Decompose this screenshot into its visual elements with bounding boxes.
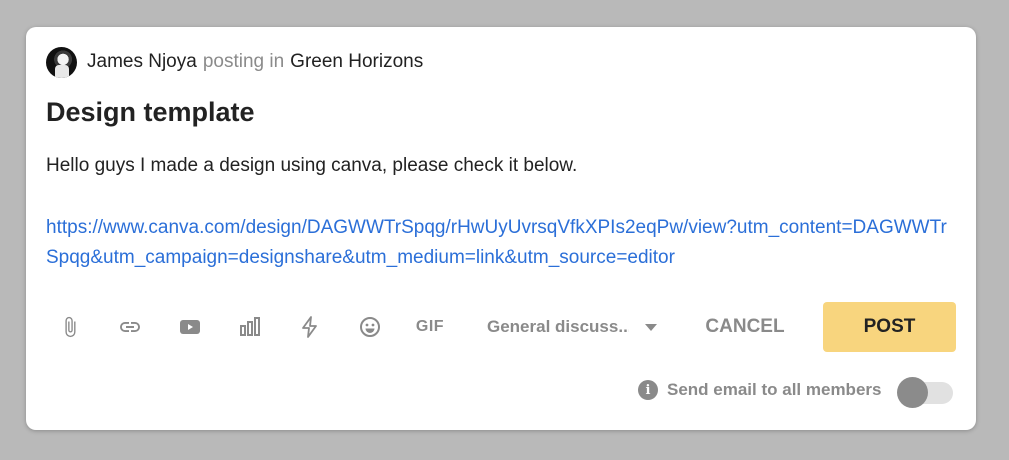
cancel-button[interactable]: CANCEL xyxy=(696,302,794,352)
email-members-toggle[interactable] xyxy=(897,374,954,408)
poll-icon[interactable] xyxy=(234,311,266,343)
posting-in-label: posting in xyxy=(202,51,285,72)
email-members-option: i Send email to all members xyxy=(638,374,954,408)
link-icon[interactable] xyxy=(114,311,146,343)
category-selected: General discuss... xyxy=(487,317,629,336)
post-composer-card: James Njoya posting in Green Horizons De… xyxy=(26,27,976,430)
chevron-down-icon xyxy=(645,323,657,331)
post-link[interactable]: https://www.canva.com/design/DAGWWTrSpqg… xyxy=(46,213,956,273)
post-body[interactable]: Hello guys I made a design using canva, … xyxy=(46,155,577,177)
youtube-icon[interactable] xyxy=(174,311,206,343)
attachment-icon[interactable] xyxy=(54,311,86,343)
composer-toolbar: GIF xyxy=(54,303,474,351)
gif-icon[interactable]: GIF xyxy=(414,311,446,343)
lightning-icon[interactable] xyxy=(294,311,326,343)
post-header: James Njoya posting in Green Horizons xyxy=(46,46,423,78)
gif-label: GIF xyxy=(415,318,445,335)
email-members-label: Send email to all members xyxy=(667,380,882,399)
group-name[interactable]: Green Horizons xyxy=(290,51,423,73)
post-button[interactable]: POST xyxy=(823,302,956,352)
info-icon[interactable]: i xyxy=(638,380,658,400)
emoji-icon[interactable] xyxy=(354,311,386,343)
avatar xyxy=(46,46,77,78)
author-name[interactable]: James Njoya xyxy=(87,51,197,73)
category-dropdown[interactable]: General discuss... xyxy=(487,314,662,340)
post-title[interactable]: Design template xyxy=(46,97,255,128)
